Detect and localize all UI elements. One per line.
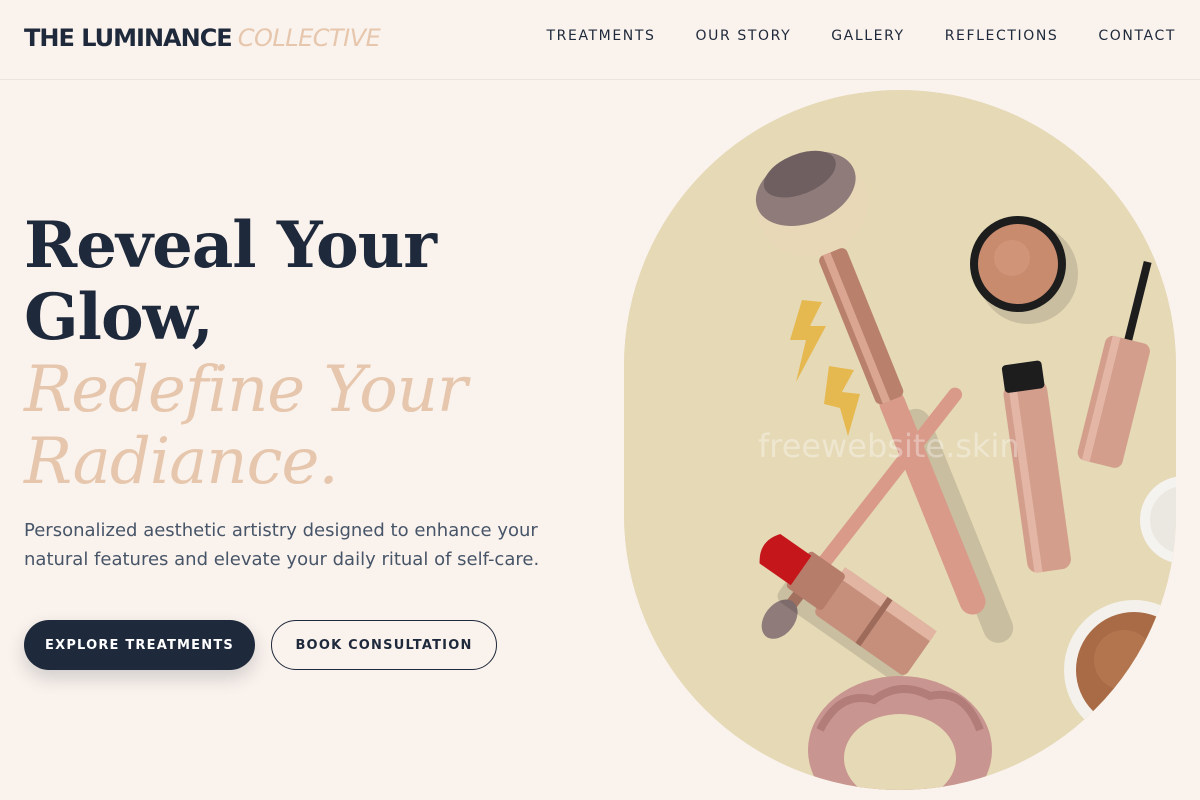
headline-line-1: Reveal Your	[24, 208, 437, 283]
brand-logo[interactable]: THE LUMINANCE COLLECTIVE	[24, 24, 381, 53]
brand-name: THE LUMINANCE	[24, 24, 233, 52]
nav-link-reflections[interactable]: REFLECTIONS	[945, 28, 1059, 44]
headline-accent-line-2: Radiance.	[24, 425, 339, 499]
watermark-text: freewebsite.skin	[758, 427, 1020, 465]
nav-link-contact[interactable]: CONTACT	[1098, 28, 1176, 44]
brand-subtitle: COLLECTIVE	[237, 24, 381, 52]
hero-subtext: Personalized aesthetic artistry designed…	[24, 520, 540, 570]
hero-headline: Reveal Your Glow, Redefine Your Radiance…	[24, 208, 584, 499]
explore-treatments-button[interactable]: EXPLORE TREATMENTS	[24, 620, 255, 670]
headline-line-2: Glow,	[24, 280, 214, 355]
nav-link-treatments[interactable]: TREATMENTS	[547, 28, 656, 44]
book-consultation-button[interactable]: BOOK CONSULTATION	[271, 620, 497, 670]
hero-buttons: EXPLORE TREATMENTS BOOK CONSULTATION	[24, 620, 497, 670]
hero-image: freewebsite.skin	[624, 90, 1176, 790]
hero-text: Reveal Your Glow, Redefine Your Radiance…	[24, 210, 584, 574]
headline-accent-line-1: Redefine Your	[24, 353, 468, 427]
top-nav: THE LUMINANCE COLLECTIVE TREATMENTS OUR S…	[0, 0, 1200, 80]
nav-link-gallery[interactable]: GALLERY	[831, 28, 904, 44]
nav-menu: TREATMENTS OUR STORY GALLERY REFLECTIONS…	[547, 28, 1176, 44]
nav-link-our-story[interactable]: OUR STORY	[696, 28, 792, 44]
